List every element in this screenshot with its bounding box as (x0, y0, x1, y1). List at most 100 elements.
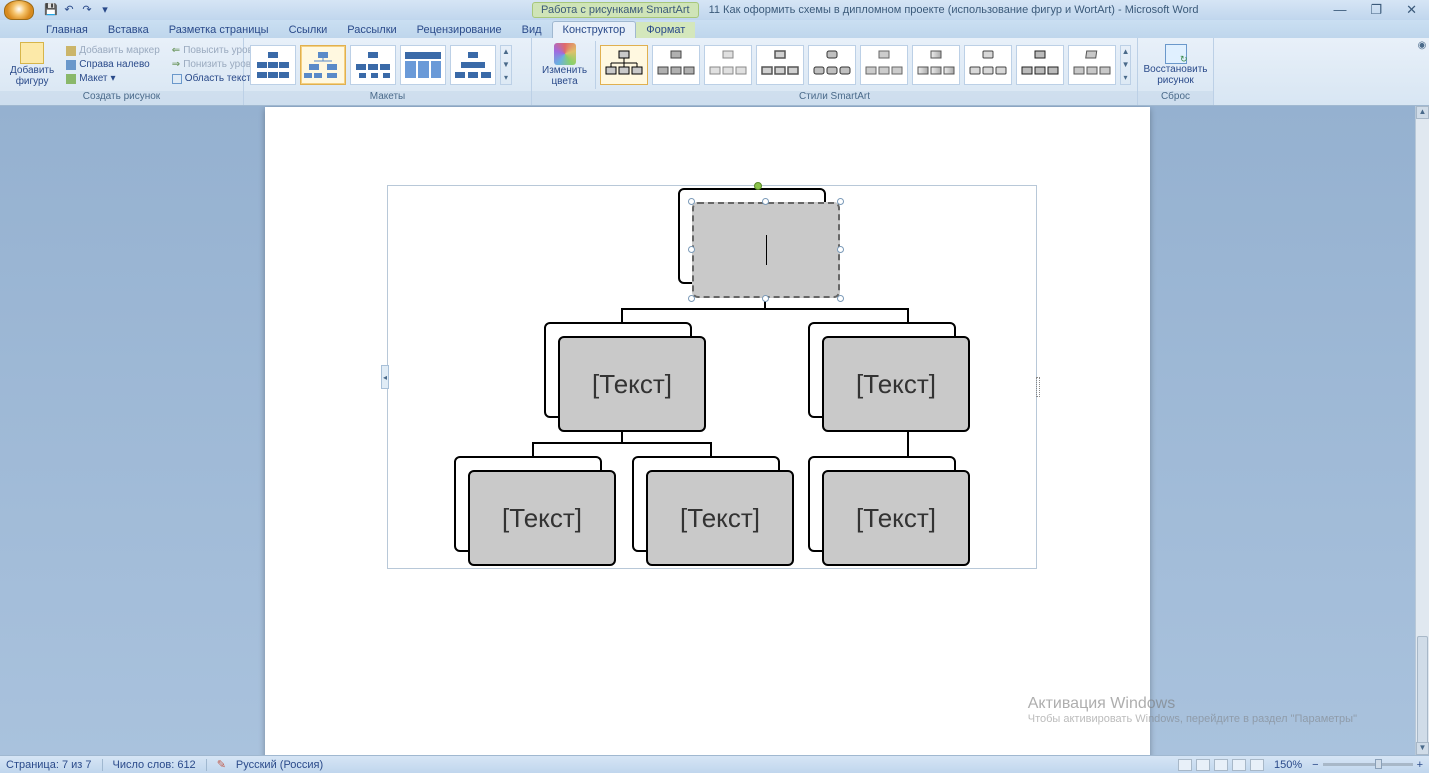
selection-handle[interactable] (837, 295, 844, 302)
change-colors-icon (554, 43, 576, 65)
zoom-out-icon[interactable]: − (1312, 759, 1318, 771)
style-thumb-9[interactable] (1016, 45, 1064, 85)
tab-format[interactable]: Формат (636, 22, 695, 38)
right-to-left-button[interactable]: Справа налево (62, 58, 164, 71)
scroll-down-icon[interactable]: ▼ (1416, 742, 1429, 755)
tab-page-layout[interactable]: Разметка страницы (159, 22, 279, 38)
tab-insert[interactable]: Вставка (98, 22, 159, 38)
layout-thumb-5[interactable] (450, 45, 496, 85)
add-bullet-button[interactable]: Добавить маркер (62, 44, 164, 57)
style-thumb-8[interactable] (964, 45, 1012, 85)
smartart-node-root[interactable] (678, 188, 838, 296)
qat-more-icon[interactable]: ▾ (98, 3, 112, 17)
minimize-icon[interactable]: — (1333, 2, 1346, 18)
group-layouts-label: Макеты (244, 91, 531, 105)
quick-access-toolbar: 💾 ↶ ↷ ▾ (44, 3, 112, 17)
tab-home[interactable]: Главная (36, 22, 98, 38)
smartart-node-l2-left[interactable]: [Текст] (544, 322, 704, 430)
selection-handle[interactable] (688, 295, 695, 302)
scroll-up-icon[interactable]: ▲ (1416, 106, 1429, 119)
layout-scroll-up-icon[interactable]: ▲ (501, 47, 511, 56)
style-thumb-4[interactable] (756, 45, 804, 85)
style-scroll-down-icon[interactable]: ▼ (1121, 60, 1130, 69)
maximize-icon[interactable]: ❐ (1370, 2, 1382, 18)
style-more-icon[interactable]: ▾ (1121, 73, 1130, 82)
connector (532, 442, 712, 444)
undo-icon[interactable]: ↶ (62, 3, 76, 17)
selection-handle[interactable] (762, 295, 769, 302)
view-full-screen-icon[interactable] (1196, 759, 1210, 771)
smartart-node-l3-a[interactable]: [Текст] (454, 456, 614, 564)
selection-handle[interactable] (688, 246, 695, 253)
smartart-node-l3-c[interactable]: [Текст] (808, 456, 968, 564)
document-workspace: ◂ (0, 106, 1415, 755)
style-scroll-up-icon[interactable]: ▲ (1121, 47, 1130, 56)
proofing-icon[interactable]: ✎ (217, 758, 226, 771)
style-thumb-10[interactable] (1068, 45, 1116, 85)
status-page[interactable]: Страница: 7 из 7 (6, 759, 92, 771)
selection-handle[interactable] (762, 198, 769, 205)
reset-graphic-button[interactable]: ↻ Восстановить рисунок (1139, 42, 1211, 88)
style-thumb-3[interactable] (704, 45, 752, 85)
layouts-gallery-arrows: ▲ ▼ ▾ (500, 45, 512, 85)
view-outline-icon[interactable] (1232, 759, 1246, 771)
demote-icon: ⇒ (172, 59, 180, 70)
layout-scroll-down-icon[interactable]: ▼ (501, 60, 511, 69)
layout-button[interactable]: Макет ▾ (62, 72, 164, 85)
redo-icon[interactable]: ↷ (80, 3, 94, 17)
style-thumb-2[interactable] (652, 45, 700, 85)
view-web-layout-icon[interactable] (1214, 759, 1228, 771)
node-text: [Текст] (592, 369, 672, 400)
reset-icon: ↻ (1165, 44, 1187, 64)
tab-references[interactable]: Ссылки (279, 22, 338, 38)
tab-design[interactable]: Конструктор (552, 21, 637, 38)
document-page[interactable]: ◂ (265, 107, 1150, 755)
layout-icon (66, 74, 76, 84)
office-button[interactable] (4, 0, 34, 20)
add-shape-icon (20, 42, 44, 64)
style-thumb-7[interactable] (912, 45, 960, 85)
node-text: [Текст] (856, 503, 936, 534)
zoom-slider-thumb[interactable] (1375, 759, 1382, 769)
style-thumb-1[interactable] (600, 45, 648, 85)
layout-thumb-4[interactable] (400, 45, 446, 85)
smartart-node-l3-b[interactable]: [Текст] (632, 456, 792, 564)
text-pane-toggle[interactable]: ◂ (381, 365, 389, 389)
rotate-handle[interactable] (754, 182, 762, 190)
style-thumb-5[interactable] (808, 45, 856, 85)
frame-handle-right[interactable] (1036, 377, 1040, 397)
style-thumb-6[interactable] (860, 45, 908, 85)
tab-mailings[interactable]: Рассылки (337, 22, 406, 38)
selection-handle[interactable] (837, 198, 844, 205)
zoom-slider[interactable] (1323, 763, 1413, 766)
rtl-icon (66, 60, 76, 70)
add-shape-button[interactable]: Добавить фигуру (6, 40, 58, 89)
group-create-label: Создать рисунок (0, 91, 243, 105)
selection-handle[interactable] (837, 246, 844, 253)
selection-handle[interactable] (688, 198, 695, 205)
reset-label: Восстановить рисунок (1143, 64, 1207, 86)
layout-thumb-2[interactable] (300, 45, 346, 85)
vertical-scrollbar[interactable]: ▲ ▼ (1415, 106, 1429, 755)
smartart-node-l2-right[interactable]: [Текст] (808, 322, 968, 430)
layout-thumb-1[interactable] (250, 45, 296, 85)
add-shape-label: Добавить фигуру (10, 65, 54, 87)
connector (907, 428, 909, 458)
layout-more-icon[interactable]: ▾ (501, 73, 511, 82)
node-text: [Текст] (856, 369, 936, 400)
close-icon[interactable]: ✕ (1406, 2, 1417, 18)
textpane-icon (172, 74, 182, 84)
smartart-frame[interactable]: ◂ (387, 185, 1037, 569)
status-word-count[interactable]: Число слов: 612 (113, 759, 196, 771)
status-language[interactable]: Русский (Россия) (236, 759, 323, 771)
change-colors-button[interactable]: Изменить цвета (538, 41, 596, 89)
view-draft-icon[interactable] (1250, 759, 1264, 771)
tab-review[interactable]: Рецензирование (407, 22, 512, 38)
zoom-in-icon[interactable]: + (1417, 759, 1423, 771)
layout-thumb-3[interactable] (350, 45, 396, 85)
view-print-layout-icon[interactable] (1178, 759, 1192, 771)
save-icon[interactable]: 💾 (44, 3, 58, 17)
ribbon-help-icon[interactable]: ◉ (1415, 38, 1429, 105)
tab-view[interactable]: Вид (512, 22, 552, 38)
zoom-level[interactable]: 150% (1274, 759, 1302, 771)
